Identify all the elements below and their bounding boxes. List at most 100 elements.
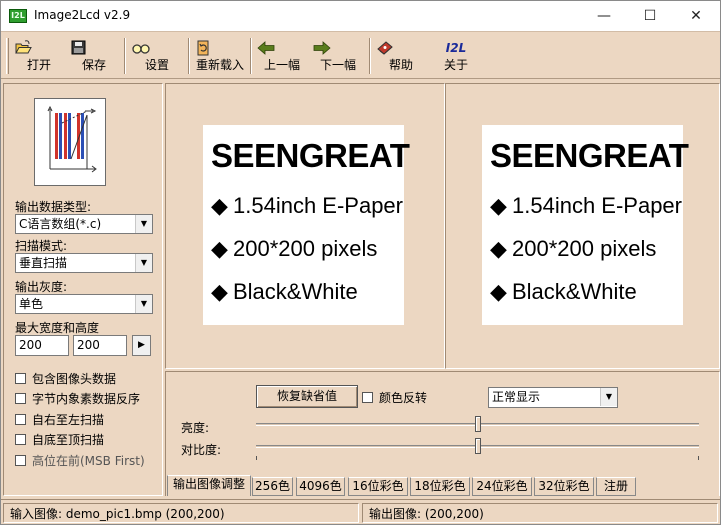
toolbar-grip	[6, 38, 9, 74]
output-image: SEENGREAT ◆ 1.54inch E-Paper ◆ 200*200 pix…	[482, 125, 689, 325]
brightness-slider-thumb[interactable]	[475, 416, 481, 432]
tab-4096-color[interactable]: 4096色	[296, 477, 345, 496]
glasses-icon	[132, 44, 150, 54]
title-bar: I2L Image2Lcd v2.9 — ☐ ✕	[1, 1, 720, 31]
main-window: I2L Image2Lcd v2.9 — ☐ ✕ 打开 保存 设置 重新载入 上…	[0, 0, 721, 525]
tab-bar: 输出图像调整 256色 4096色 16位彩色 18位彩色 24位彩色 32位彩…	[165, 475, 720, 497]
close-button[interactable]: ✕	[673, 1, 719, 31]
tab-18bit-color[interactable]: 18位彩色	[410, 477, 470, 496]
image-line-text: 1.54inch E-Paper	[233, 193, 403, 218]
image-line-text: Black&White	[512, 279, 637, 304]
invert-colors-label: 颜色反转	[379, 391, 428, 405]
reverse-pixel-order-label: 字节内象素数据反序	[32, 392, 141, 406]
image-line: ◆ Black&White	[211, 279, 358, 305]
msb-first-label: 高位在前(MSB First)	[32, 454, 145, 468]
output-gray-label: 输出灰度:	[15, 280, 68, 294]
restore-defaults-button[interactable]: 恢复缺省值	[256, 385, 358, 408]
invert-colors-checkbox[interactable]: 颜色反转	[362, 390, 427, 406]
window-title: Image2Lcd v2.9	[34, 8, 131, 22]
save-label: 保存	[81, 58, 106, 72]
settings-label: 设置	[144, 58, 169, 72]
max-size-label: 最大宽度和高度	[15, 321, 100, 335]
tab-output-adjust[interactable]: 输出图像调整	[167, 475, 251, 496]
scan-mode-select[interactable]: 垂直扫描 ▼	[15, 253, 153, 273]
previous-image-button[interactable]: 上一幅	[256, 37, 308, 75]
scan-mode-preview-icon	[34, 98, 106, 186]
apply-size-button[interactable]: ▶	[132, 335, 151, 356]
output-type-select[interactable]: C语言数组(*.c) ▼	[15, 214, 153, 234]
scan-bottom-to-top-checkbox[interactable]: 自底至顶扫描	[15, 432, 104, 448]
arrow-left-icon	[257, 41, 275, 55]
output-gray-select[interactable]: 单色 ▼	[15, 294, 153, 314]
tab-register[interactable]: 注册	[596, 477, 636, 496]
toolbar-separator	[124, 38, 126, 74]
checkbox-box	[15, 414, 26, 425]
image-line: ◆ 200*200 pixels	[490, 236, 656, 262]
msb-first-checkbox[interactable]: 高位在前(MSB First)	[15, 453, 145, 469]
open-button[interactable]: 打开	[13, 37, 65, 75]
checkbox-box	[15, 455, 26, 466]
floppy-disk-icon	[71, 40, 86, 55]
next-image-button[interactable]: 下一幅	[312, 37, 364, 75]
minimize-button[interactable]: —	[581, 1, 627, 31]
checkbox-box	[15, 373, 26, 384]
image-line-text: 200*200 pixels	[512, 236, 657, 261]
image-line-text: Black&White	[233, 279, 358, 304]
scan-right-to-left-checkbox[interactable]: 自右至左扫描	[15, 412, 104, 428]
chevron-down-icon: ▼	[135, 254, 152, 272]
next-image-label: 下一幅	[319, 58, 356, 72]
reload-label: 重新载入	[195, 58, 244, 72]
tab-16bit-color[interactable]: 16位彩色	[348, 477, 408, 496]
help-book-icon	[377, 41, 393, 55]
output-type-value: C语言数组(*.c)	[19, 217, 102, 231]
about-icon: I2L	[445, 41, 467, 55]
scan-bottom-to-top-label: 自底至顶扫描	[32, 433, 105, 447]
max-height-input[interactable]: 200	[73, 335, 127, 356]
chevron-down-icon: ▼	[135, 295, 152, 313]
reload-button[interactable]: 重新载入	[193, 37, 247, 75]
save-button[interactable]: 保存	[68, 37, 120, 75]
settings-button[interactable]: 设置	[131, 37, 183, 75]
slider-tick	[256, 456, 257, 460]
toolbar-separator	[369, 38, 371, 74]
reload-icon	[197, 40, 209, 56]
checkbox-box	[15, 393, 26, 404]
scan-mode-label: 扫描模式:	[15, 239, 68, 253]
previous-image-label: 上一幅	[263, 58, 300, 72]
help-button[interactable]: 帮助	[375, 37, 427, 75]
image-line: ◆ Black&White	[490, 279, 637, 305]
display-mode-select[interactable]: 正常显示 ▼	[488, 387, 618, 408]
contrast-slider-thumb[interactable]	[475, 438, 481, 454]
settings-panel: 输出数据类型: C语言数组(*.c) ▼ 扫描模式: 垂直扫描 ▼ 输出灰度: …	[3, 83, 163, 496]
output-gray-value: 单色	[19, 297, 44, 311]
chevron-down-icon: ▼	[600, 388, 617, 406]
diamond-bullet-icon: ◆	[490, 279, 507, 304]
open-label: 打开	[26, 58, 51, 72]
diamond-bullet-icon: ◆	[211, 279, 228, 304]
tab-24bit-color[interactable]: 24位彩色	[472, 477, 532, 496]
brightness-label: 亮度:	[181, 421, 210, 435]
input-image-status: 输入图像: demo_pic1.bmp (200,200)	[3, 503, 359, 523]
arrow-right-icon	[313, 41, 331, 55]
diamond-bullet-icon: ◆	[211, 236, 228, 261]
tab-256-color[interactable]: 256色	[252, 477, 293, 496]
checkbox-box	[362, 392, 373, 403]
folder-open-icon	[15, 40, 32, 54]
tab-32bit-color[interactable]: 32位彩色	[534, 477, 594, 496]
reverse-pixel-order-checkbox[interactable]: 字节内象素数据反序	[15, 391, 140, 407]
status-bar: 输入图像: demo_pic1.bmp (200,200) 输出图像: (200…	[1, 499, 720, 525]
maximize-button[interactable]: ☐	[627, 1, 673, 31]
contrast-label: 对比度:	[181, 443, 222, 457]
diamond-bullet-icon: ◆	[490, 236, 507, 261]
help-label: 帮助	[388, 58, 413, 72]
toolbar-separator	[250, 38, 252, 74]
about-button[interactable]: I2L 关于	[430, 37, 482, 75]
include-header-checkbox[interactable]: 包含图像头数据	[15, 371, 116, 387]
toolbar: 打开 保存 设置 重新载入 上一幅 下一幅 帮助 I2L 关于	[1, 31, 720, 79]
image-heading: SEENGREAT	[211, 137, 410, 174]
checkbox-box	[15, 434, 26, 445]
input-image-panel: SEENGREAT ◆ 1.54inch E-Paper ◆ 200*200 pix…	[165, 83, 445, 369]
max-width-input[interactable]: 200	[15, 335, 69, 356]
scan-right-to-left-label: 自右至左扫描	[32, 413, 105, 427]
scan-mode-value: 垂直扫描	[19, 256, 68, 270]
